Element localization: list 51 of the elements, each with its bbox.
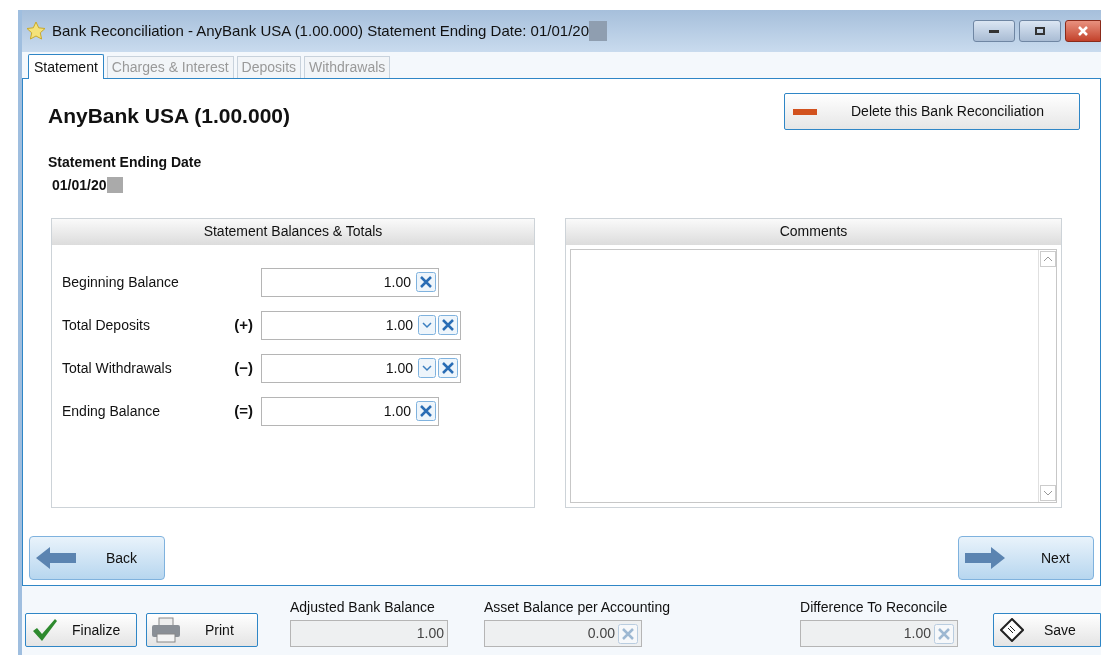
minus-icon — [793, 108, 817, 115]
total-field: 0.00 — [484, 620, 642, 647]
sign-label: (−) — [233, 357, 254, 378]
panel-header: Statement Balances & Totals — [52, 218, 534, 245]
redaction-block — [106, 177, 123, 193]
date-label: Statement Ending Date — [48, 152, 203, 172]
total-field: 1.00 — [290, 620, 448, 647]
dropdown-button[interactable] — [418, 358, 436, 378]
clear-button[interactable] — [438, 315, 458, 335]
amount-field[interactable]: 1.00 — [261, 396, 439, 426]
scroll-up-icon[interactable] — [1040, 250, 1056, 267]
account-heading: AnyBank USA (1.00.000) — [48, 103, 290, 129]
next-button[interactable]: Next — [958, 536, 1094, 580]
field-label: Ending Balance — [62, 401, 162, 421]
right-arrow-icon — [965, 547, 1005, 569]
minimize-button[interactable] — [973, 20, 1015, 42]
checkmark-icon — [32, 618, 58, 642]
left-arrow-icon — [36, 547, 76, 569]
total-label: Adjusted Bank Balance — [290, 598, 436, 617]
clear-button[interactable] — [416, 401, 436, 421]
sign-label: (=) — [233, 400, 254, 421]
finalize-button[interactable]: Finalize — [25, 613, 137, 647]
field-label: Total Deposits — [62, 315, 151, 335]
total-field: 1.00 — [800, 620, 958, 647]
save-button[interactable]: Save — [993, 613, 1101, 647]
scroll-down-icon[interactable] — [1040, 484, 1056, 501]
amount-field[interactable]: 1.00 — [261, 353, 461, 383]
total-label: Difference To Reconcile — [800, 598, 949, 617]
amount-field[interactable]: 1.00 — [261, 267, 439, 297]
maximize-button[interactable] — [1019, 20, 1061, 42]
redaction-block — [589, 21, 607, 41]
date-value: 01/01/20 — [52, 175, 107, 195]
scrollbar[interactable] — [1038, 249, 1056, 502]
tab[interactable]: Statement — [28, 54, 104, 79]
close-button[interactable] — [1065, 20, 1101, 42]
field-label: Beginning Balance — [62, 272, 180, 292]
clear-button[interactable] — [438, 358, 458, 378]
back-button[interactable]: Back — [29, 536, 165, 580]
window-title: Bank Reconciliation - AnyBank USA (1.00.000) Statement Ending Date: 01/01/20 — [52, 20, 589, 41]
sign-label: (+) — [233, 314, 254, 335]
clear-button[interactable] — [416, 272, 436, 292]
total-label: Asset Balance per Accounting — [484, 598, 670, 617]
amount-field[interactable]: 1.00 — [261, 310, 461, 340]
star-icon — [26, 21, 46, 41]
printer-icon — [151, 617, 181, 643]
panel-header: Comments — [566, 218, 1061, 245]
print-button[interactable]: Print — [146, 613, 258, 647]
delete-button[interactable]: Delete this Bank Reconciliation — [784, 93, 1080, 130]
dropdown-button[interactable] — [418, 315, 436, 335]
close-icon — [1077, 26, 1089, 36]
field-label: Total Withdrawals — [62, 358, 173, 378]
